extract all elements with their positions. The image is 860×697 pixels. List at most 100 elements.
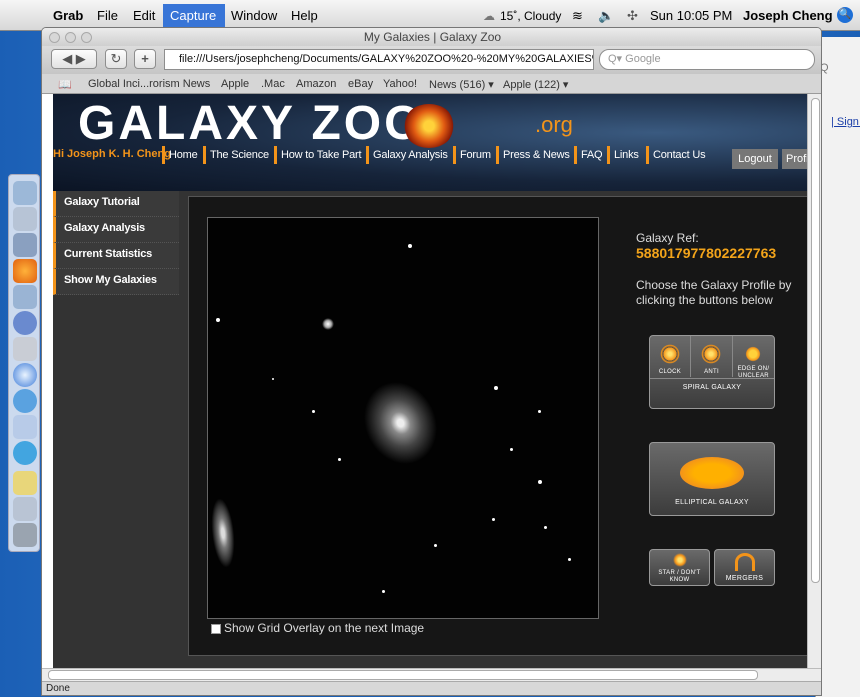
star xyxy=(494,386,498,390)
star-dont-know-button[interactable]: STAR / DON'T KNOW xyxy=(649,549,710,586)
anticlockwise-button[interactable]: ANTI xyxy=(691,336,733,377)
globe-icon[interactable] xyxy=(13,311,37,335)
star xyxy=(272,378,274,380)
weather-status[interactable]: 15˚, Cloudy xyxy=(500,9,561,23)
skype-icon[interactable] xyxy=(13,389,37,413)
safari-icon[interactable] xyxy=(13,363,37,387)
close-button[interactable] xyxy=(49,32,60,43)
sign-in-link[interactable]: | Sign i xyxy=(831,116,860,128)
star xyxy=(408,244,412,248)
mergers-button[interactable]: MERGERS xyxy=(714,549,775,586)
preview-icon[interactable] xyxy=(13,337,37,361)
clockwise-button[interactable]: CLOCK xyxy=(650,336,691,377)
dashboard-icon[interactable] xyxy=(13,207,37,231)
nav-home[interactable]: Home xyxy=(162,146,198,164)
elliptical-galaxy-icon xyxy=(680,457,744,489)
nav-take-part[interactable]: How to Take Part xyxy=(274,146,362,164)
edge-on-button[interactable]: EDGE ON/ UNCLEAR xyxy=(733,336,774,379)
horizontal-scroll-thumb[interactable] xyxy=(48,670,758,680)
bookmark-item[interactable]: Apple (122) ▾ xyxy=(503,78,568,91)
sync-icon[interactable]: ✣ xyxy=(627,8,638,24)
nav-science[interactable]: The Science xyxy=(203,146,269,164)
spiral-galaxy-label: SPIRAL GALAXY xyxy=(650,378,774,408)
minimize-button[interactable] xyxy=(65,32,76,43)
clock[interactable]: Sun 10:05 PM xyxy=(650,8,732,23)
star-icon xyxy=(673,553,687,567)
folder-icon[interactable] xyxy=(13,471,37,495)
menu-edit[interactable]: Edit xyxy=(133,8,155,23)
site-logo[interactable]: GALAXY ZOO xyxy=(78,96,424,151)
spotlight-icon[interactable]: 🔍 xyxy=(837,7,853,23)
nav-galaxy-analysis[interactable]: Galaxy Analysis xyxy=(366,146,448,164)
grid-overlay-checkbox[interactable] xyxy=(211,623,221,634)
horizontal-scrollbar[interactable] xyxy=(42,668,821,681)
status-bar: Done xyxy=(42,681,821,695)
edge-on-galaxy xyxy=(208,497,238,569)
sidebar-item-tutorial[interactable]: Galaxy Tutorial xyxy=(53,191,179,217)
star xyxy=(382,590,385,593)
trash-icon[interactable] xyxy=(13,523,37,547)
star xyxy=(544,526,547,529)
nav-faq[interactable]: FAQ xyxy=(574,146,603,164)
bookmark-item[interactable]: Yahoo! xyxy=(383,78,417,90)
search-icon: Q▾ xyxy=(608,53,626,65)
star xyxy=(312,410,315,413)
nav-press-news[interactable]: Press & News xyxy=(496,146,570,164)
bookmarks-bar: 📖 Global Inci...rorism News Apple .Mac A… xyxy=(42,74,821,94)
bookmark-item[interactable]: .Mac xyxy=(261,78,285,90)
star xyxy=(434,544,437,547)
photo-icon[interactable] xyxy=(13,285,37,309)
quicktime-icon[interactable] xyxy=(13,441,37,465)
elliptical-galaxy-button[interactable]: ELLIPTICAL GALAXY xyxy=(649,442,775,516)
star xyxy=(538,480,542,484)
star xyxy=(568,558,571,561)
finder-icon[interactable] xyxy=(13,181,37,205)
menu-help[interactable]: Help xyxy=(291,8,318,23)
volume-icon[interactable]: 🔈 xyxy=(598,8,614,24)
sidebar: Galaxy Tutorial Galaxy Analysis Current … xyxy=(53,191,183,668)
add-bookmark-icon[interactable]: + xyxy=(134,49,156,69)
logo-galaxy-icon xyxy=(403,104,455,148)
mail-icon[interactable] xyxy=(13,233,37,257)
vertical-scrollbar[interactable] xyxy=(807,94,821,668)
bookmark-item[interactable]: Apple xyxy=(221,78,249,90)
profile-button[interactable]: Profi xyxy=(782,149,807,169)
logout-button[interactable]: Logout xyxy=(732,149,778,169)
menu-file[interactable]: File xyxy=(97,8,118,23)
vertical-scroll-thumb[interactable] xyxy=(811,98,820,583)
bookmark-item[interactable]: News (516) ▾ xyxy=(429,78,494,91)
bookmarks-book-icon[interactable]: 📖 xyxy=(58,78,72,91)
bookmark-item[interactable]: eBay xyxy=(348,78,373,90)
menu-window[interactable]: Window xyxy=(231,8,277,23)
search-input[interactable]: Q▾ Google xyxy=(599,49,815,70)
zoom-button[interactable] xyxy=(81,32,92,43)
bookmark-item[interactable]: Amazon xyxy=(296,78,336,90)
spiral-galaxy-buttons: CLOCK ANTI EDGE ON/ UNCLEAR SPIRAL GALAX… xyxy=(649,335,775,409)
nav-contact[interactable]: Contact Us xyxy=(646,146,706,164)
anticlockwise-label: ANTI xyxy=(704,369,719,375)
documents-icon[interactable] xyxy=(13,497,37,521)
user-name[interactable]: Joseph Cheng xyxy=(743,8,833,23)
app-icon[interactable] xyxy=(13,415,37,439)
page-content: GALAXY ZOO .org Hi Joseph K. H. Cheng Ho… xyxy=(42,94,807,668)
mergers-label: MERGERS xyxy=(725,575,764,582)
address-bar[interactable]: file:///Users/josephcheng/Documents/GALA… xyxy=(164,49,594,70)
site-banner: GALAXY ZOO .org Hi Joseph K. H. Cheng Ho… xyxy=(53,94,807,191)
bright-star xyxy=(322,318,334,330)
nav-forum[interactable]: Forum xyxy=(453,146,491,164)
wifi-icon[interactable]: ≋ xyxy=(572,8,583,24)
bookmark-item[interactable]: Global Inci...rorism News xyxy=(88,78,210,90)
sidebar-item-statistics[interactable]: Current Statistics xyxy=(53,243,179,269)
firefox-icon[interactable] xyxy=(13,259,37,283)
dock xyxy=(8,174,40,552)
menu-app-name[interactable]: Grab xyxy=(53,8,83,23)
sidebar-item-my-galaxies[interactable]: Show My Galaxies xyxy=(53,269,179,295)
back-forward-button[interactable]: ◀ ▶ xyxy=(51,49,97,69)
menu-capture[interactable]: Capture xyxy=(170,8,216,23)
sidebar-item-analysis[interactable]: Galaxy Analysis xyxy=(53,217,179,243)
reload-icon[interactable]: ↻ xyxy=(105,49,127,69)
search-placeholder: Google xyxy=(625,53,661,65)
nav-links[interactable]: Links xyxy=(607,146,639,164)
grid-overlay-option[interactable]: Show Grid Overlay on the next Image xyxy=(211,621,424,635)
grid-overlay-label: Show Grid Overlay on the next Image xyxy=(224,621,425,635)
